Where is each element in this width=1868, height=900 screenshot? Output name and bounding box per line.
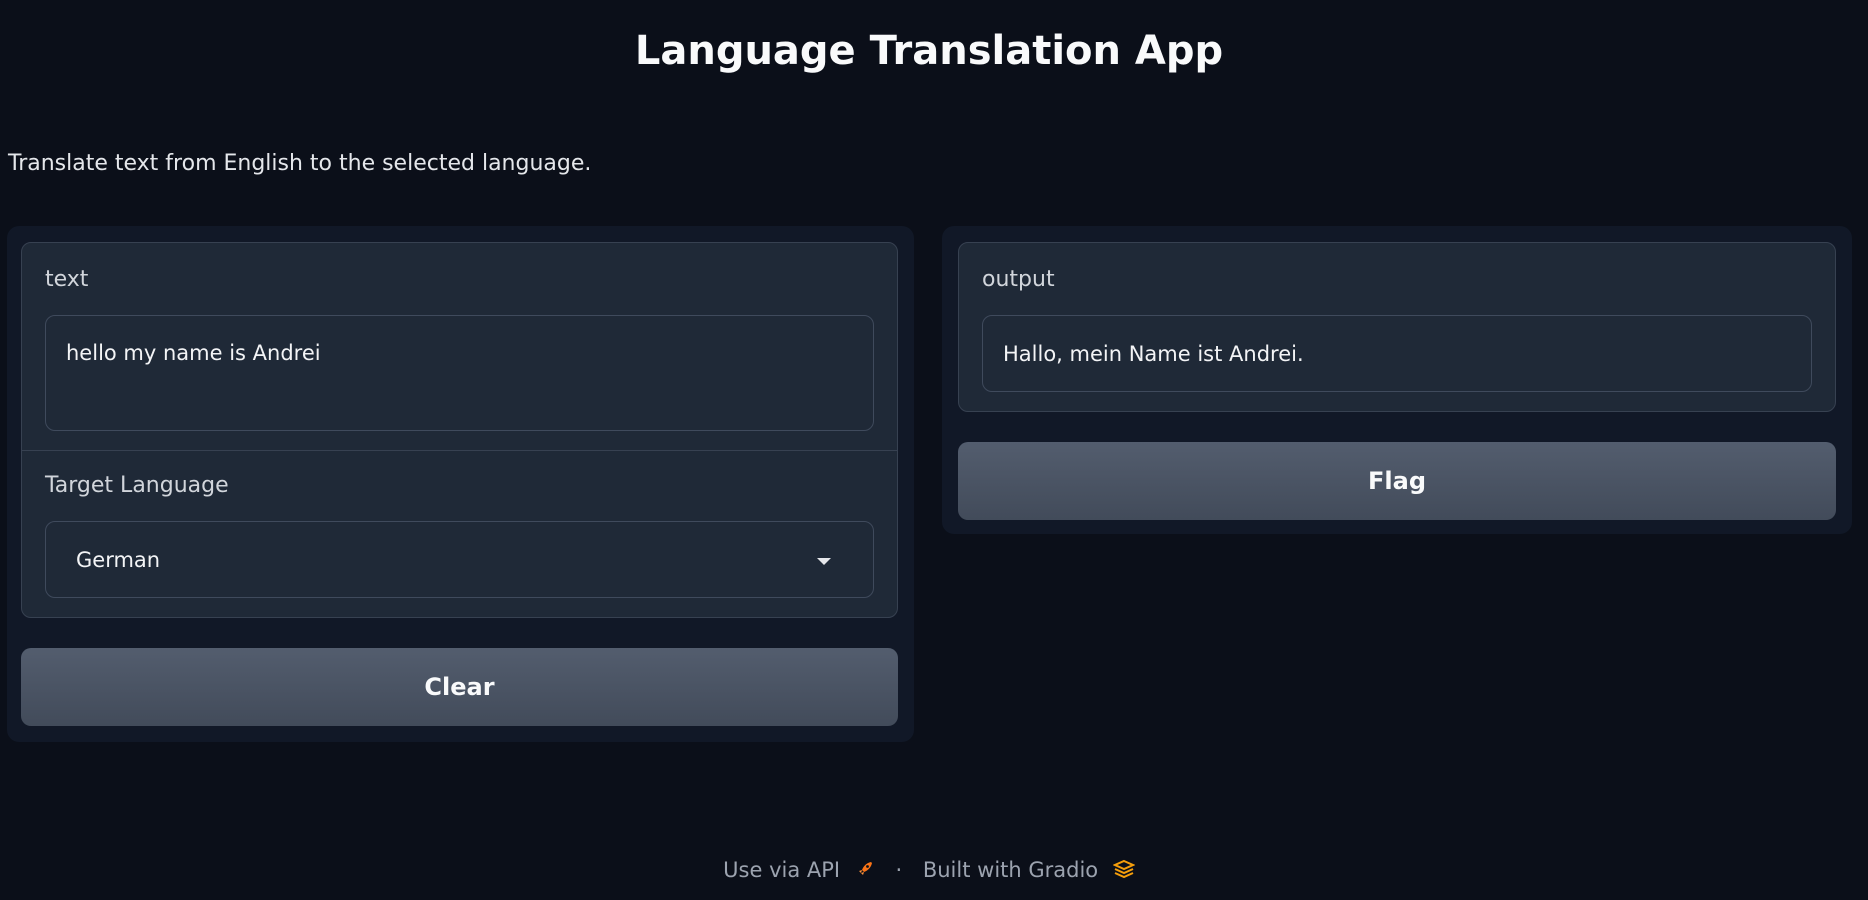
form-divider bbox=[22, 450, 897, 451]
output-value: Hallo, mein Name ist Andrei. bbox=[1003, 341, 1304, 366]
output-form: output Hallo, mein Name ist Andrei. bbox=[958, 242, 1836, 412]
use-via-api-link[interactable]: Use via API bbox=[723, 858, 881, 882]
built-with-gradio-link[interactable]: Built with Gradio bbox=[922, 858, 1136, 884]
output-textbox[interactable]: Hallo, mein Name ist Andrei. bbox=[982, 315, 1812, 392]
text-label: text bbox=[45, 267, 89, 292]
target-language-value: German bbox=[76, 547, 161, 572]
target-language-dropdown[interactable]: German bbox=[45, 521, 874, 598]
output-label: output bbox=[982, 267, 1055, 292]
rocket-icon bbox=[855, 859, 875, 884]
input-panel: text hello my name is Andrei Target Lang… bbox=[7, 226, 914, 742]
input-form: text hello my name is Andrei Target Lang… bbox=[21, 242, 898, 618]
text-input[interactable]: hello my name is Andrei bbox=[45, 315, 874, 431]
clear-button[interactable]: Clear bbox=[21, 648, 898, 726]
target-language-label: Target Language bbox=[45, 473, 229, 498]
chevron-down-icon bbox=[817, 558, 831, 565]
api-link-label: Use via API bbox=[723, 858, 841, 882]
footer: Use via API · Built with Gradio bbox=[0, 858, 1858, 884]
app-page: Language Translation App Translate text … bbox=[0, 0, 1868, 900]
output-panel: output Hallo, mein Name ist Andrei. Flag bbox=[942, 226, 1852, 534]
flag-button[interactable]: Flag bbox=[958, 442, 1836, 520]
gradio-link-label: Built with Gradio bbox=[922, 858, 1099, 882]
app-title: Language Translation App bbox=[634, 28, 1224, 74]
gradio-logo-icon bbox=[1112, 859, 1136, 884]
footer-separator: · bbox=[895, 858, 903, 882]
app-description: Translate text from English to the selec… bbox=[8, 151, 592, 176]
